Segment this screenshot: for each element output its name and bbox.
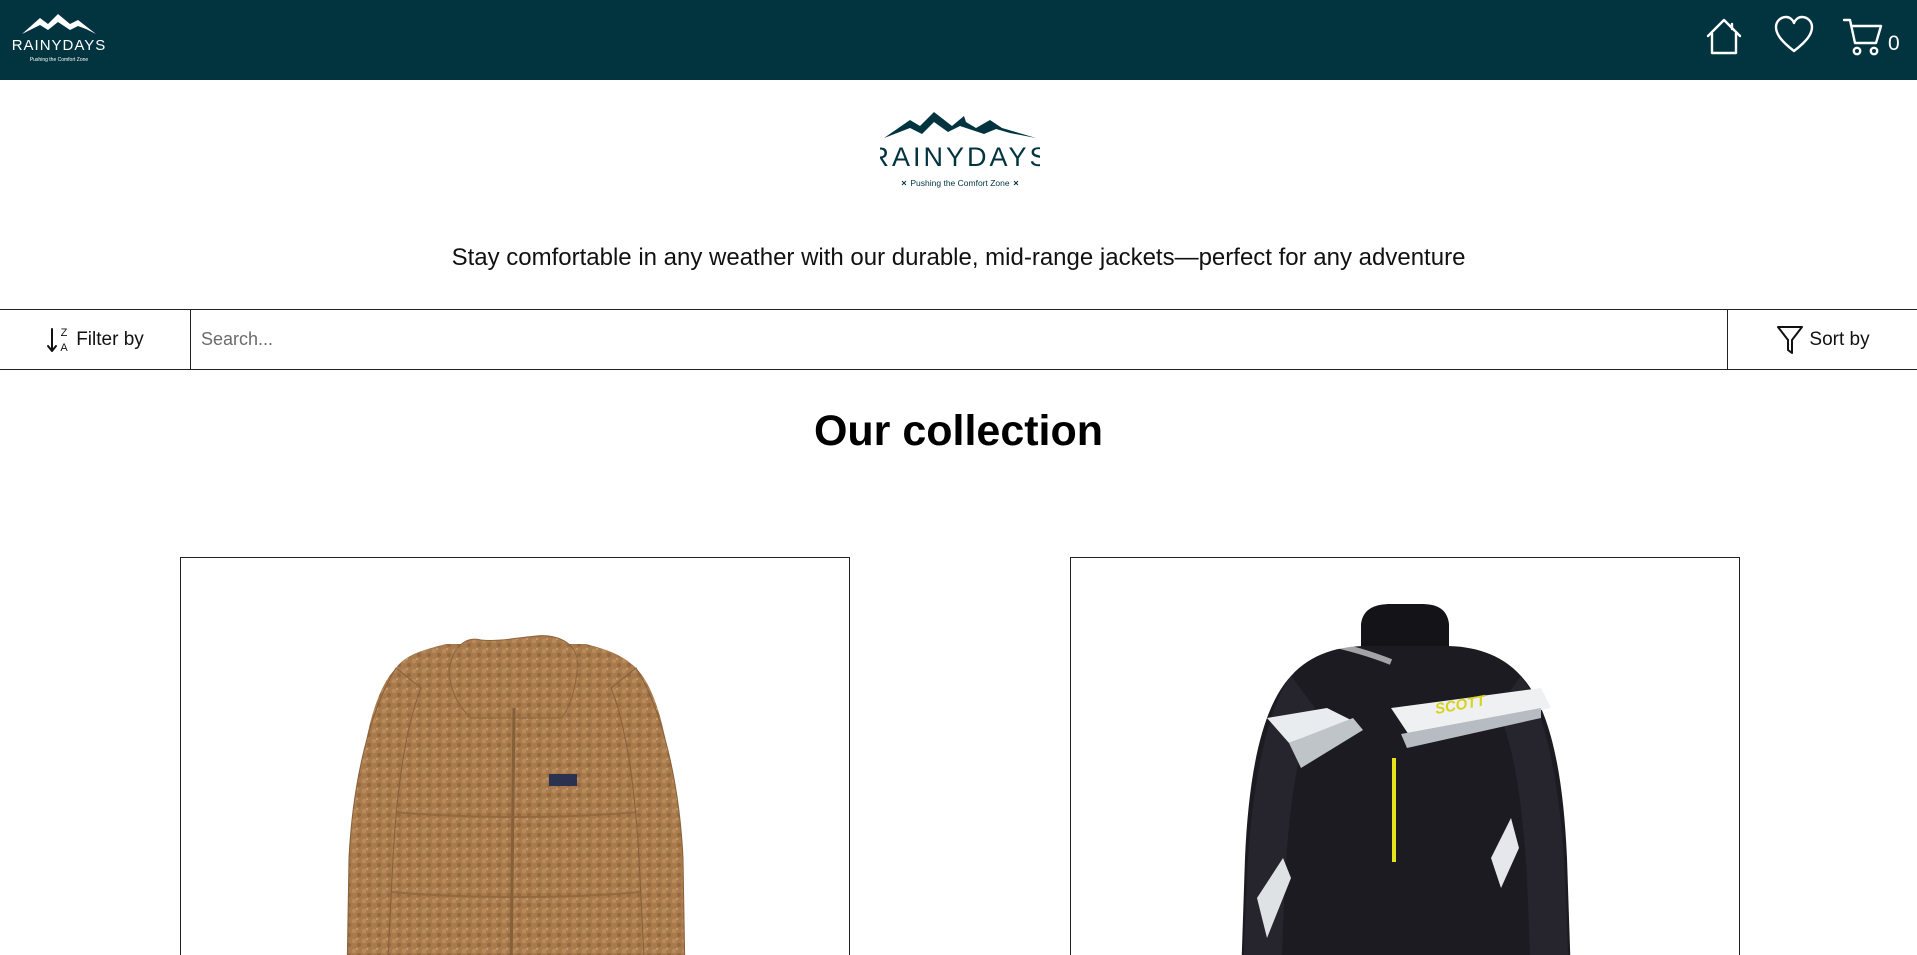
favorites-nav-button[interactable]: [1773, 14, 1815, 56]
svg-text:A: A: [61, 342, 69, 354]
top-navigation-bar: RAINYDAYS Pushing the Comfort Zone 0: [0, 0, 1917, 80]
sort-by-label: Sort by: [1809, 328, 1870, 350]
collection-title: Our collection: [813, 407, 1104, 455]
home-nav-button[interactable]: [1703, 16, 1745, 58]
svg-text:RAINYDAYS: RAINYDAYS: [880, 142, 1040, 172]
mountain-logo-icon: RAINYDAYS Pushing the Comfort Zone: [12, 14, 106, 63]
svg-text:Z: Z: [61, 327, 68, 339]
teddy-fleece-jacket-image: [346, 635, 686, 955]
mountain-logo-icon: RAINYDAYS Pushing the Comfort Zone: [869, 112, 1048, 188]
sort-alpha-icon: Z A: [47, 327, 69, 354]
search-input[interactable]: [192, 310, 1727, 369]
header-logo[interactable]: RAINYDAYS Pushing the Comfort Zone: [12, 12, 106, 66]
svg-text:RAINYDAYS: RAINYDAYS: [12, 37, 106, 54]
product-card[interactable]: [180, 557, 850, 955]
product-card[interactable]: SCOTT: [1070, 557, 1740, 955]
search-container: [192, 310, 1727, 369]
filter-by-button[interactable]: Z A Filter by: [0, 310, 191, 369]
sort-by-button[interactable]: Sort by: [1727, 310, 1917, 369]
svg-text:Pushing the Comfort Zone: Pushing the Comfort Zone: [30, 57, 89, 63]
cart-nav-button[interactable]: [1842, 16, 1884, 58]
black-scott-jacket-image: SCOTT: [1241, 604, 1571, 955]
cart-icon: [1842, 18, 1883, 56]
home-icon: [1706, 18, 1742, 55]
cart-count-badge: 0: [1888, 32, 1900, 55]
funnel-icon: [1777, 325, 1804, 354]
filter-search-sort-toolbar: Z A Filter by Sort by: [0, 309, 1917, 370]
filter-by-label: Filter by: [76, 328, 144, 350]
brand-tagline: Stay comfortable in any weather with our…: [451, 244, 1466, 271]
brand-logo: RAINYDAYS Pushing the Comfort Zone: [869, 106, 1048, 196]
svg-text:Pushing the Comfort Zone: Pushing the Comfort Zone: [910, 178, 1009, 188]
heart-icon: [1774, 15, 1814, 53]
